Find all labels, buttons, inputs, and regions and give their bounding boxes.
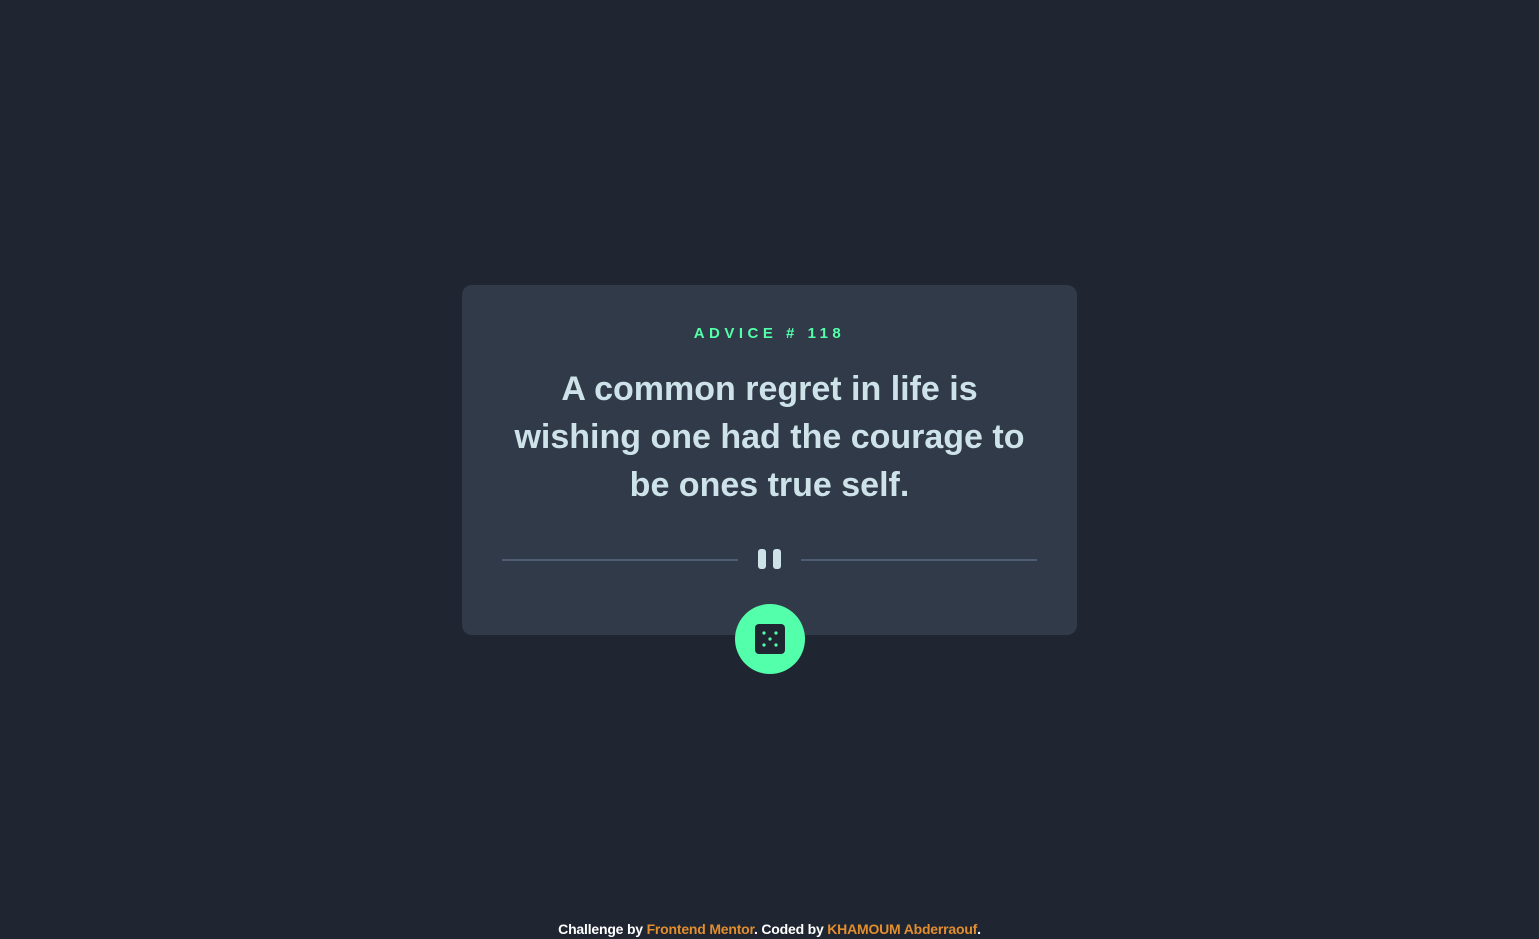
advice-quote: A common regret in life is wishing one h…	[514, 370, 1025, 504]
author-link[interactable]: KHAMOUM Abderraouf	[827, 921, 977, 937]
attribution-footer: Challenge by Frontend Mentor. Coded by K…	[0, 921, 1539, 937]
divider	[502, 549, 1037, 569]
dice-icon	[755, 624, 785, 654]
footer-suffix: .	[977, 921, 981, 937]
pause-bar	[773, 549, 781, 569]
advice-card: ADVICE # 118 A common regret in life is …	[462, 285, 1077, 635]
coded-prefix: . Coded by	[754, 921, 828, 937]
divider-line-right	[801, 559, 1037, 561]
pause-icon	[756, 549, 784, 569]
frontend-mentor-link[interactable]: Frontend Mentor	[647, 921, 755, 937]
new-advice-button[interactable]	[735, 604, 805, 674]
pause-bar	[758, 549, 766, 569]
challenge-prefix: Challenge by	[558, 921, 647, 937]
divider-line-left	[502, 559, 738, 561]
advice-number: ADVICE # 118	[693, 325, 846, 342]
